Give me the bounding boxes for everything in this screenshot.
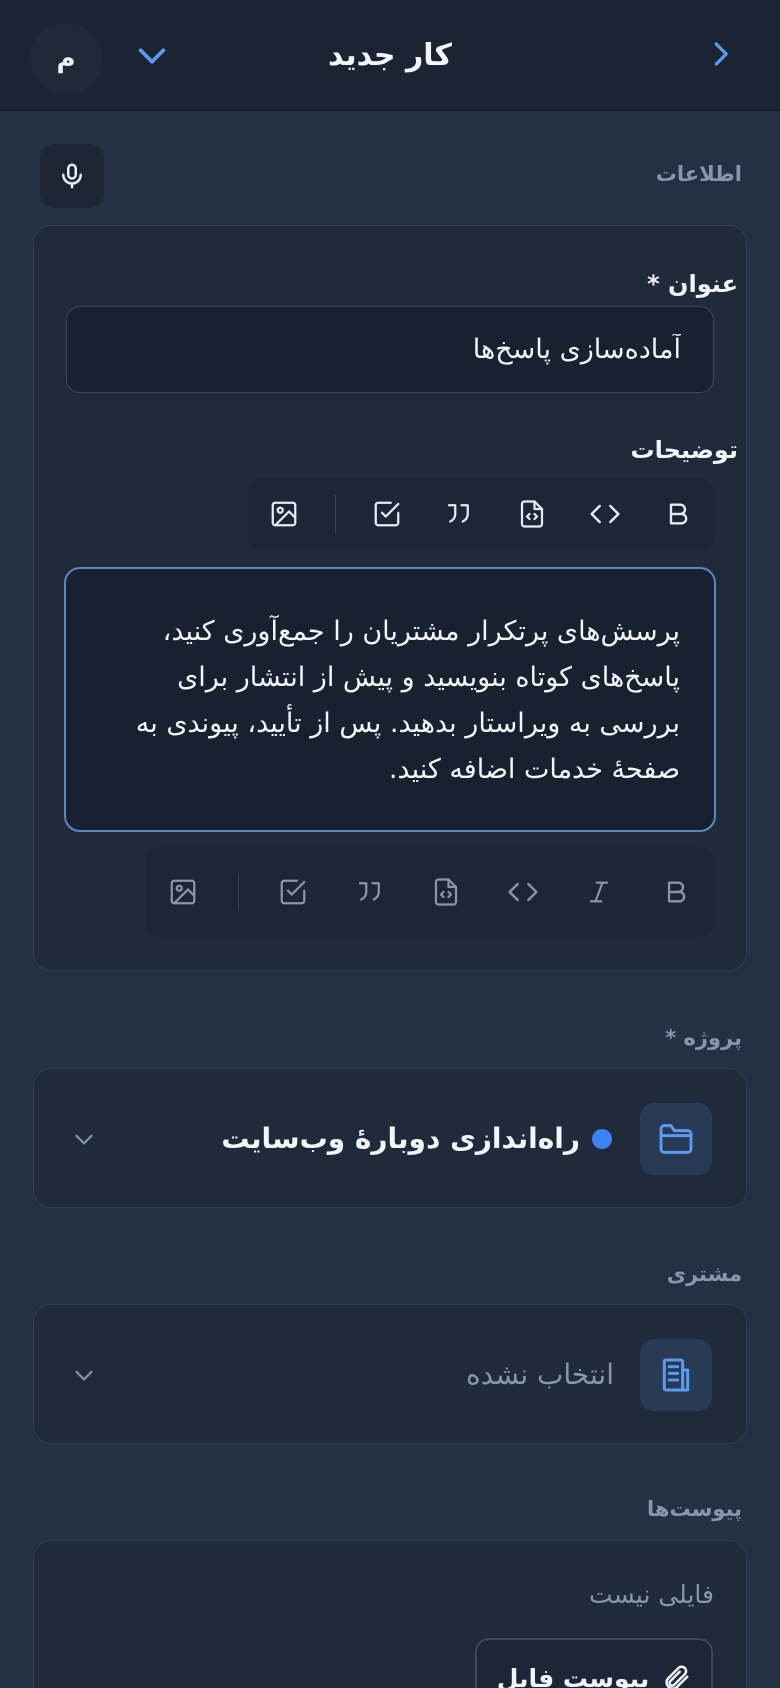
checklist-button[interactable] <box>365 492 409 536</box>
quote-icon <box>448 504 470 523</box>
bold-icon <box>669 503 687 525</box>
description-editor[interactable]: پرسش‌های پرتکرار مشتریان را جمع‌آوری کنی… <box>64 567 716 832</box>
code-icon <box>590 504 620 524</box>
quote-button-2[interactable] <box>348 870 392 914</box>
options-dropdown-button[interactable] <box>132 36 172 76</box>
attach-file-label: پیوست فایل <box>496 1663 650 1688</box>
project-select[interactable]: راه‌اندازی دوبارهٔ وب‌سایت <box>33 1068 747 1208</box>
building-icon <box>662 1358 690 1392</box>
paperclip-icon <box>665 1665 689 1688</box>
file-code-icon <box>435 878 458 906</box>
folder-icon <box>659 1124 693 1154</box>
image-icon <box>170 879 196 905</box>
inline-code-button[interactable] <box>583 492 627 536</box>
chevron-down-icon <box>75 1370 93 1381</box>
customer-section-label: مشتری <box>666 1262 742 1286</box>
formatting-toolbar-bottom <box>145 847 714 937</box>
toolbar-divider <box>335 495 337 533</box>
customer-icon-box <box>640 1339 712 1411</box>
customer-selected-value: انتخاب نشده <box>465 1358 614 1391</box>
code-block-button-2[interactable] <box>424 870 468 914</box>
project-icon-box <box>640 1103 712 1175</box>
inline-code-button-2[interactable] <box>501 870 545 914</box>
insert-image-button[interactable] <box>262 492 306 536</box>
info-section-label: اطلاعات <box>655 162 742 186</box>
formatting-toolbar-top <box>248 478 714 550</box>
no-files-text: فایلی نیست <box>589 1580 714 1609</box>
bold-icon <box>667 881 686 903</box>
title-input[interactable] <box>66 306 714 393</box>
project-chevron <box>66 1121 102 1157</box>
code-block-button[interactable] <box>510 492 554 536</box>
toolbar-divider <box>237 873 239 911</box>
attachments-section-label: پیوست‌ها <box>647 1497 742 1521</box>
chevron-down-icon <box>138 48 166 64</box>
customer-select[interactable]: انتخاب نشده <box>33 1304 747 1444</box>
description-field-label: توضیحات <box>630 436 738 464</box>
bold-button[interactable] <box>656 492 700 536</box>
insert-image-button-2[interactable] <box>161 870 205 914</box>
file-code-icon <box>521 500 544 528</box>
avatar[interactable]: م <box>30 23 102 95</box>
microphone-icon <box>62 163 82 189</box>
project-selected-value: راه‌اندازی دوبارهٔ وب‌سایت <box>221 1122 580 1155</box>
voice-input-button[interactable] <box>40 144 104 208</box>
italic-button[interactable] <box>577 870 621 914</box>
checkbox-icon <box>280 879 306 905</box>
customer-chevron <box>66 1357 102 1393</box>
title-field-label: عنوان * <box>647 270 738 298</box>
project-color-dot <box>592 1129 612 1149</box>
code-icon <box>508 882 538 902</box>
checkbox-icon <box>374 501 400 527</box>
project-section-label: پروژه * <box>665 1026 742 1050</box>
top-bar: کار جدید م <box>0 0 780 111</box>
image-icon <box>271 501 297 527</box>
bold-button-2[interactable] <box>654 870 698 914</box>
chevron-down-icon <box>75 1134 93 1145</box>
checklist-button-2[interactable] <box>271 870 315 914</box>
quote-button[interactable] <box>437 492 481 536</box>
page-title: کار جدید <box>328 38 452 73</box>
italic-icon <box>590 881 609 903</box>
attach-file-button[interactable]: پیوست فایل <box>475 1638 713 1688</box>
quote-icon <box>358 882 380 901</box>
